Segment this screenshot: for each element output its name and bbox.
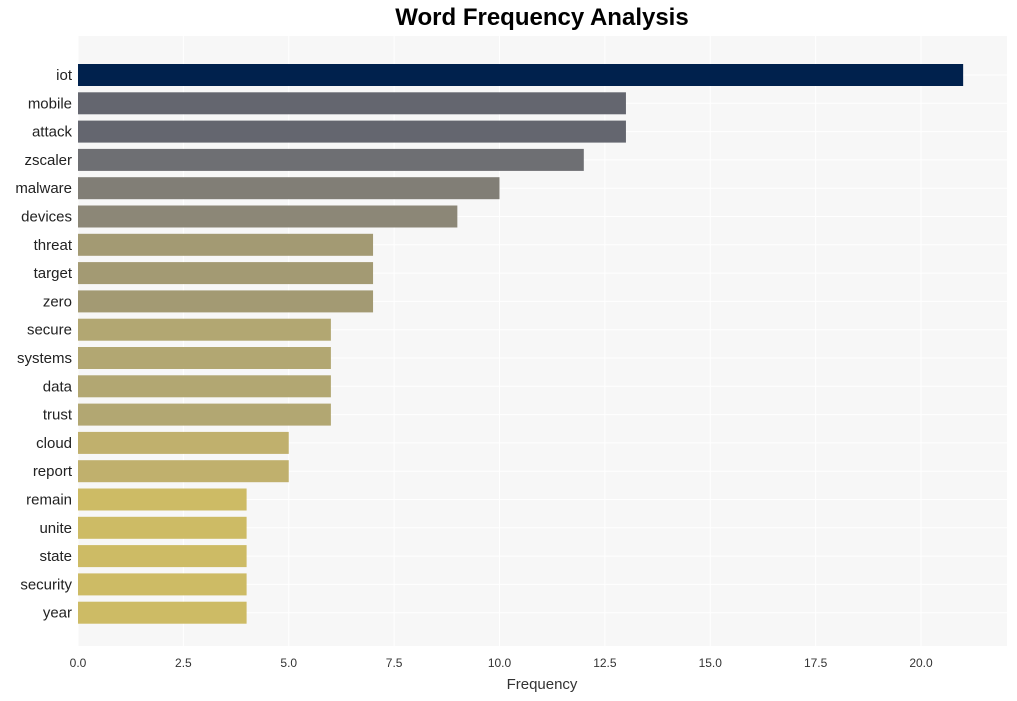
category-label-devices: devices xyxy=(21,209,72,226)
bar-remain xyxy=(78,488,247,511)
category-label-target: target xyxy=(34,265,73,282)
x-axis-label: Frequency xyxy=(507,676,578,693)
x-tick-label: 10.0 xyxy=(488,656,512,670)
bar-state xyxy=(78,545,247,568)
x-tick-label: 12.5 xyxy=(593,656,617,670)
category-labels: iot mobile attack zscaler malware devices thre… xyxy=(15,67,73,622)
bar-report xyxy=(78,460,289,483)
x-tick-label: 15.0 xyxy=(699,656,723,670)
category-label-systems: systems xyxy=(17,350,72,367)
x-tick-label: 0.0 xyxy=(70,656,87,670)
category-label-state: state xyxy=(39,548,72,565)
category-label-malware: malware xyxy=(15,180,72,197)
x-tick-label: 5.0 xyxy=(280,656,297,670)
bar-mobile xyxy=(78,92,626,115)
bar-zscaler xyxy=(78,148,584,171)
bar-iot xyxy=(78,64,964,86)
x-tick-label: 20.0 xyxy=(909,656,933,670)
category-label-remain: remain xyxy=(26,492,72,509)
category-label-year: year xyxy=(43,605,72,622)
category-label-security: security xyxy=(20,576,72,593)
x-tick-labels: 0.0 2.5 5.0 7.5 10.0 12.5 15.0 17.5 20.0 xyxy=(70,656,933,670)
category-label-attack: attack xyxy=(32,124,73,141)
bar-chart: iot mobile attack zscaler malware devices thre… xyxy=(15,36,1007,693)
category-label-unite: unite xyxy=(39,520,72,537)
category-label-report: report xyxy=(33,463,73,480)
x-tick-label: 2.5 xyxy=(175,656,192,670)
bar-zero xyxy=(78,290,374,313)
category-label-mobile: mobile xyxy=(28,95,72,112)
bar-security xyxy=(78,573,247,596)
bar-unite xyxy=(78,516,247,539)
x-tick-label: 17.5 xyxy=(804,656,828,670)
category-label-cloud: cloud xyxy=(36,435,72,452)
category-label-secure: secure xyxy=(27,322,72,339)
x-tick-label: 7.5 xyxy=(386,656,403,670)
bar-malware xyxy=(78,177,500,200)
bar-year xyxy=(78,601,247,624)
bar-target xyxy=(78,262,374,285)
bar-devices xyxy=(78,205,458,228)
bar-attack xyxy=(78,120,626,143)
bar-systems xyxy=(78,347,331,369)
category-label-threat: threat xyxy=(34,237,73,254)
category-label-iot: iot xyxy=(56,67,73,84)
category-label-zscaler: zscaler xyxy=(24,152,72,169)
bar-threat xyxy=(78,233,374,256)
bar-cloud xyxy=(78,431,289,454)
bar-data xyxy=(78,375,331,398)
category-label-data: data xyxy=(43,378,73,395)
bar-trust xyxy=(78,403,331,426)
category-label-trust: trust xyxy=(43,407,73,424)
bar-secure xyxy=(78,318,331,341)
category-label-zero: zero xyxy=(43,293,72,310)
